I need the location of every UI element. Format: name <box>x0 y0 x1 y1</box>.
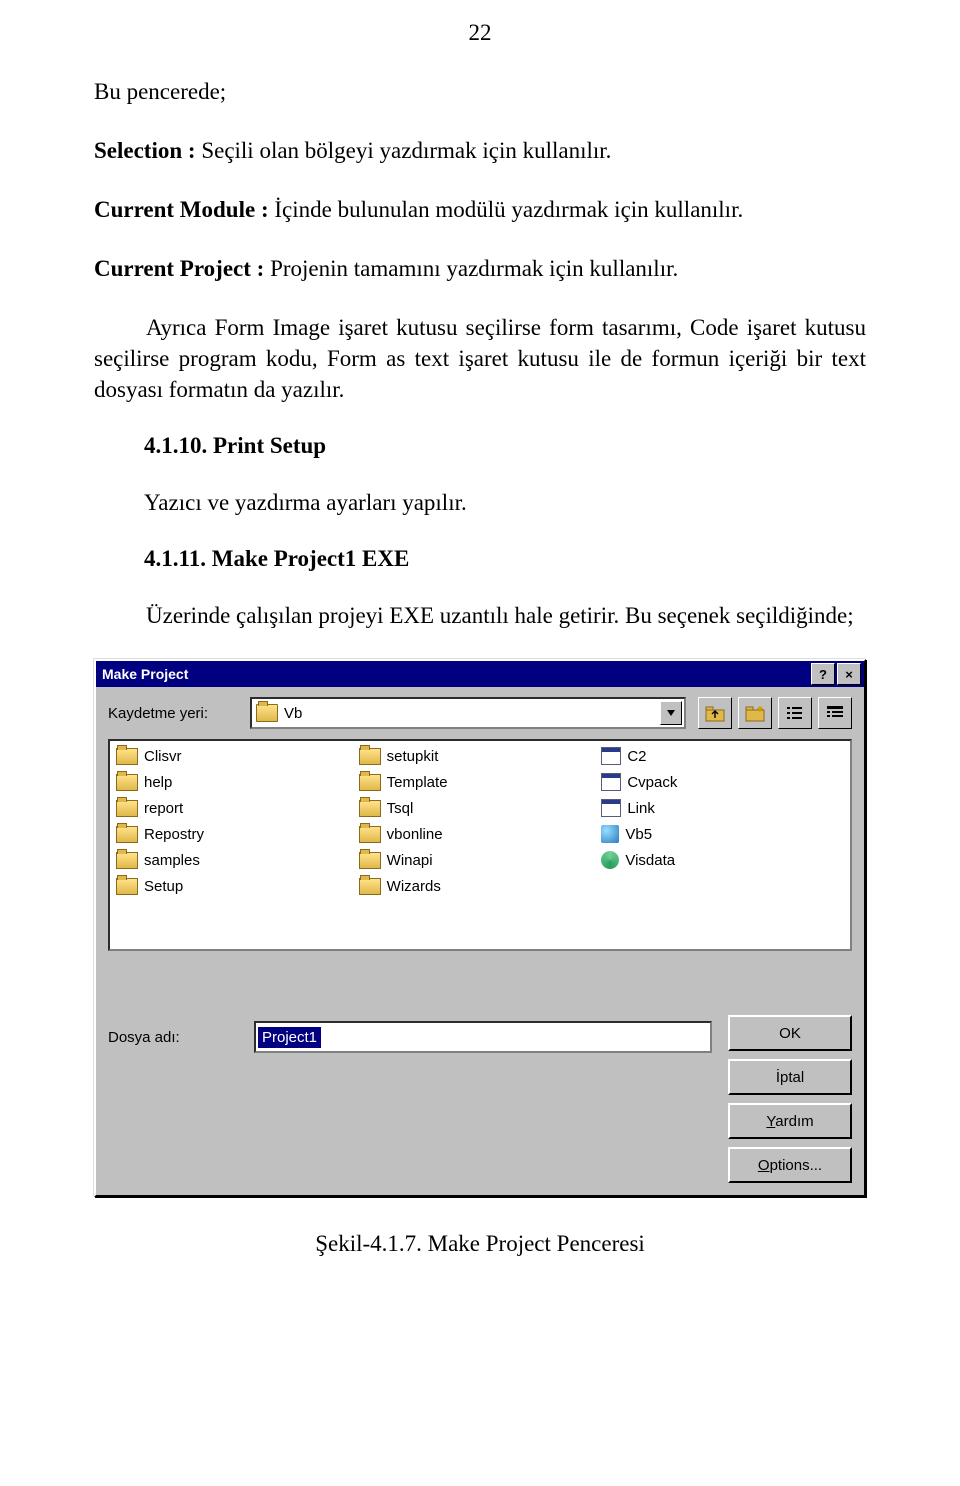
folder-icon <box>116 852 138 869</box>
file-name-value: Project1 <box>258 1027 321 1048</box>
label-current-module: Current Module : <box>94 197 269 222</box>
text-current-project: Projenin tamamını yazdırmak için kullanı… <box>264 256 678 281</box>
file-item-label: help <box>144 774 172 791</box>
text-selection: Seçili olan bölgeyi yazdırmak için kulla… <box>196 138 612 163</box>
folder-icon <box>359 748 381 765</box>
exe-icon <box>601 747 621 765</box>
save-in-label: Kaydetme yeri: <box>108 705 238 722</box>
file-item-label: Winapi <box>387 852 433 869</box>
file-item-label: Setup <box>144 878 183 895</box>
file-item[interactable]: Wizards <box>359 875 602 897</box>
details-icon <box>825 704 845 722</box>
paragraph-print-setup-desc: Yazıcı ve yazdırma ayarları yapılır. <box>94 487 866 518</box>
file-list[interactable]: Clisvr help report Repostry samples Setup setu… <box>108 739 852 951</box>
file-item-label: Template <box>387 774 448 791</box>
list-icon <box>785 704 805 722</box>
file-item-label: setupkit <box>387 748 439 765</box>
close-titlebar-button[interactable]: × <box>837 663 861 685</box>
file-item[interactable]: Tsql <box>359 797 602 819</box>
heading-print-setup: 4.1.10. Print Setup <box>94 433 866 459</box>
file-item[interactable]: Visdata <box>601 849 844 871</box>
file-item-label: samples <box>144 852 200 869</box>
paragraph-selection: Selection : Seçili olan bölgeyi yazdırma… <box>94 135 866 166</box>
folder-icon <box>116 800 138 817</box>
page-number: 22 <box>94 20 866 46</box>
file-item-label: vbonline <box>387 826 443 843</box>
file-item[interactable]: Template <box>359 771 602 793</box>
label-selection: Selection : <box>94 138 196 163</box>
ok-button[interactable]: OK <box>728 1015 852 1051</box>
text-current-module: İçinde bulunulan modülü yazdırmak için k… <box>269 197 744 222</box>
file-item[interactable]: samples <box>116 849 359 871</box>
folder-icon <box>116 826 138 843</box>
file-item[interactable]: vbonline <box>359 823 602 845</box>
paragraph-current-project: Current Project : Projenin tamamını yazd… <box>94 253 866 284</box>
file-name-label: Dosya adı: <box>108 1029 238 1046</box>
paragraph-current-module: Current Module : İçinde bulunulan modülü… <box>94 194 866 225</box>
file-item-label: Visdata <box>625 852 675 869</box>
file-item[interactable]: report <box>116 797 359 819</box>
folder-icon <box>116 878 138 895</box>
folder-icon <box>359 826 381 843</box>
file-item-label: Cvpack <box>627 774 677 791</box>
dialog-title: Make Project <box>102 666 811 682</box>
file-item[interactable]: Cvpack <box>601 771 844 793</box>
file-item[interactable]: Clisvr <box>116 745 359 767</box>
file-item-label: Tsql <box>387 800 414 817</box>
folder-new-icon <box>745 704 765 722</box>
options-button[interactable]: Options... <box>728 1147 852 1183</box>
file-item[interactable]: Setup <box>116 875 359 897</box>
label-current-project: Current Project : <box>94 256 264 281</box>
file-item[interactable]: help <box>116 771 359 793</box>
new-folder-button[interactable] <box>738 697 772 729</box>
save-in-combobox[interactable]: Vb <box>250 697 686 729</box>
file-item[interactable]: Link <box>601 797 844 819</box>
help-titlebar-button[interactable]: ? <box>811 663 835 685</box>
folder-icon <box>116 748 138 765</box>
file-name-input[interactable]: Project1 <box>254 1021 712 1053</box>
exe-icon <box>601 799 621 817</box>
folder-icon <box>359 800 381 817</box>
vis-icon <box>601 851 619 869</box>
folder-icon <box>359 852 381 869</box>
help-button[interactable]: Yardım <box>728 1103 852 1139</box>
paragraph-intro: Bu pencerede; <box>94 76 866 107</box>
folder-open-icon <box>256 704 278 722</box>
list-view-button[interactable] <box>778 697 812 729</box>
file-item-label: Repostry <box>144 826 204 843</box>
make-project-dialog: Make Project ? × Kaydetme yeri: Vb <box>94 659 866 1197</box>
heading-make-project-exe: 4.1.11. Make Project1 EXE <box>94 546 866 572</box>
folder-icon <box>116 774 138 791</box>
file-item[interactable]: Winapi <box>359 849 602 871</box>
details-view-button[interactable] <box>818 697 852 729</box>
paragraph-exe-desc: Üzerinde çalışılan projeyi EXE uzantılı … <box>94 600 866 631</box>
file-item[interactable]: C2 <box>601 745 844 767</box>
save-in-value: Vb <box>284 705 302 722</box>
chevron-down-icon <box>667 710 675 716</box>
vb-icon <box>601 825 619 843</box>
folder-up-icon <box>705 704 725 722</box>
folder-icon <box>359 878 381 895</box>
file-item-label: Wizards <box>387 878 441 895</box>
file-item-label: Link <box>627 800 655 817</box>
paragraph-form-image: Ayrıca Form Image işaret kutusu seçilirs… <box>94 312 866 405</box>
folder-icon <box>359 774 381 791</box>
file-item[interactable]: Vb5 <box>601 823 844 845</box>
figure-caption: Şekil-4.1.7. Make Project Penceresi <box>94 1231 866 1257</box>
file-item[interactable]: Repostry <box>116 823 359 845</box>
file-item-label: Vb5 <box>625 826 652 843</box>
combo-dropdown-button[interactable] <box>660 701 682 725</box>
dialog-titlebar[interactable]: Make Project ? × <box>96 661 864 687</box>
exe-icon <box>601 773 621 791</box>
file-item-label: report <box>144 800 183 817</box>
cancel-button[interactable]: İptal <box>728 1059 852 1095</box>
up-one-level-button[interactable] <box>698 697 732 729</box>
file-item-label: C2 <box>627 748 646 765</box>
file-item-label: Clisvr <box>144 748 182 765</box>
file-item[interactable]: setupkit <box>359 745 602 767</box>
